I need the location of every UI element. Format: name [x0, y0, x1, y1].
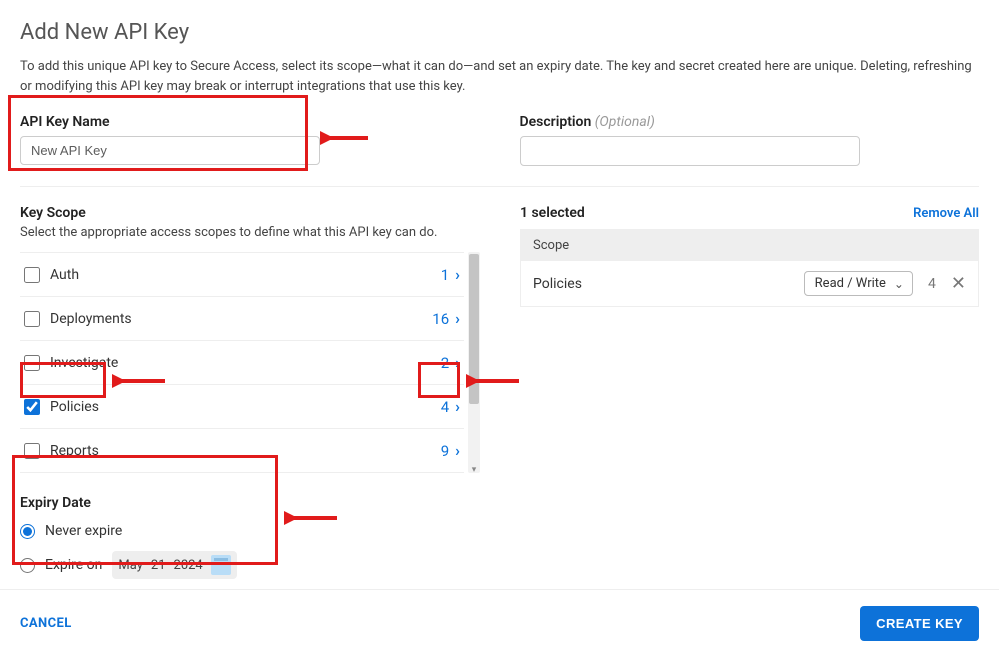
chevron-down-icon: ⌄ [894, 277, 904, 291]
expiry-month: May [118, 558, 142, 573]
scrollbar-down-icon[interactable]: ▾ [468, 465, 480, 475]
description-input[interactable] [520, 136, 860, 166]
description-label: Description (Optional) [520, 114, 980, 130]
selected-scope-count: 4 [925, 276, 939, 292]
selected-scope-name: Policies [533, 276, 792, 292]
scope-checkbox-policies[interactable] [24, 399, 40, 415]
scrollbar-thumb[interactable] [469, 254, 479, 404]
scope-scrollbar[interactable]: ▾ [468, 252, 480, 473]
scope-checkbox-investigate[interactable] [24, 355, 40, 371]
api-key-name-label: API Key Name [20, 114, 480, 130]
create-key-button[interactable]: CREATE KEY [860, 606, 979, 641]
scope-checkbox-reports[interactable] [24, 443, 40, 459]
description-label-text: Description [520, 114, 595, 130]
page-description: To add this unique API key to Secure Acc… [20, 57, 979, 96]
scope-count: 4 [441, 398, 449, 416]
scope-checkbox-auth[interactable] [24, 267, 40, 283]
expiry-never-radio[interactable] [20, 524, 35, 539]
expiry-never-row[interactable]: Never expire [20, 523, 280, 539]
scope-count: 1 [441, 266, 449, 284]
expiry-on-label: Expire on [45, 557, 102, 573]
chevron-right-icon[interactable]: › [455, 397, 460, 416]
permission-select[interactable]: Read / Write⌄ [804, 271, 913, 296]
api-key-name-input[interactable] [20, 136, 320, 165]
selected-count-title: 1 selected [520, 205, 585, 221]
selected-table: Scope Policies Read / Write⌄ 4 ✕ [520, 229, 979, 307]
key-scope-title: Key Scope [20, 205, 480, 221]
scope-checkbox-deployments[interactable] [24, 311, 40, 327]
scope-row-investigate[interactable]: Investigate2 › [20, 341, 464, 385]
description-optional: (Optional) [595, 114, 655, 130]
expiry-on-row[interactable]: Expire on May 21 2024 [20, 551, 280, 579]
page-title: Add New API Key [20, 20, 979, 45]
expiry-title: Expiry Date [20, 495, 280, 511]
chevron-right-icon[interactable]: › [455, 309, 460, 328]
chevron-right-icon[interactable]: › [455, 353, 460, 372]
selected-header-scope: Scope [521, 230, 978, 261]
selected-row: Policies Read / Write⌄ 4 ✕ [521, 261, 978, 306]
remove-scope-button[interactable]: ✕ [951, 275, 966, 293]
scope-label: Policies [50, 399, 441, 415]
scope-row-policies[interactable]: Policies4 › [20, 385, 464, 429]
api-key-name-group: API Key Name [20, 114, 480, 166]
expiry-day: 21 [151, 558, 166, 573]
scope-count: 2 [441, 354, 449, 372]
key-scope-subtitle: Select the appropriate access scopes to … [20, 225, 480, 240]
scope-label: Auth [50, 267, 441, 283]
scope-row-deployments[interactable]: Deployments16 › [20, 297, 464, 341]
scope-label: Deployments [50, 311, 432, 327]
description-group: Description (Optional) [520, 114, 980, 166]
chevron-right-icon[interactable]: › [455, 441, 460, 460]
expiry-section: Expiry Date Never expire Expire on May 2… [20, 495, 280, 579]
calendar-icon[interactable] [211, 555, 231, 575]
cancel-button[interactable]: CANCEL [20, 616, 72, 631]
remove-all-link[interactable]: Remove All [913, 206, 979, 221]
chevron-right-icon[interactable]: › [455, 265, 460, 284]
scope-list: Auth1›Deployments16›Investigate2›Policie… [20, 252, 464, 473]
expiry-year: 2024 [174, 558, 203, 573]
scope-label: Investigate [50, 355, 441, 371]
expiry-date-picker[interactable]: May 21 2024 [112, 551, 236, 579]
footer: CANCEL CREATE KEY [0, 589, 999, 657]
expiry-on-radio[interactable] [20, 558, 35, 573]
scope-row-auth[interactable]: Auth1 › [20, 253, 464, 297]
divider [20, 186, 979, 187]
scope-row-reports[interactable]: Reports9 › [20, 429, 464, 473]
scope-label: Reports [50, 443, 441, 459]
expiry-never-label: Never expire [45, 523, 122, 539]
scope-count: 16 [432, 310, 449, 328]
scope-count: 9 [441, 442, 449, 460]
